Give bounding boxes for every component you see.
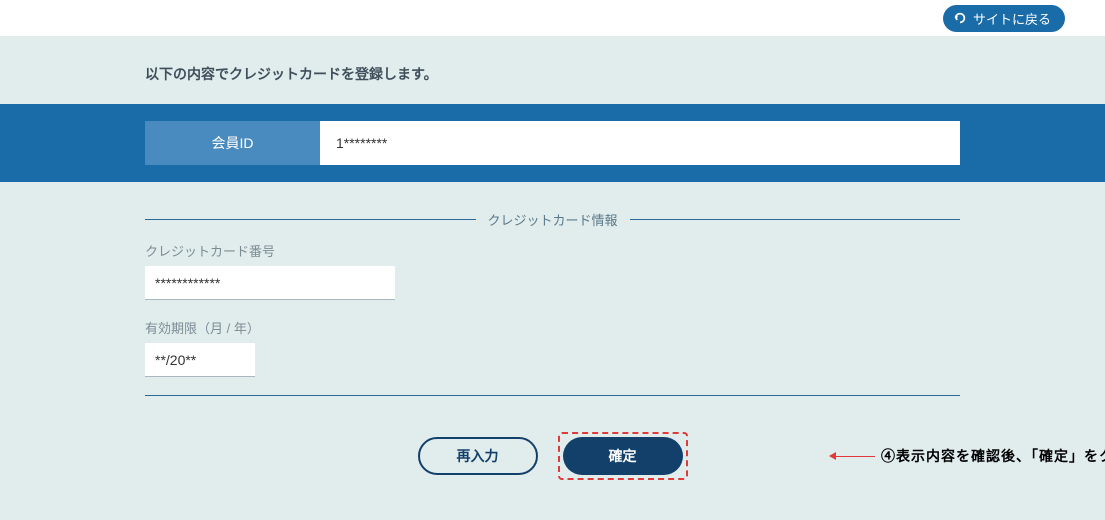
divider-line [145, 219, 476, 220]
intro-text: 以下の内容でクレジットカードを登録します。 [0, 36, 1105, 104]
card-number-group: クレジットカード番号 ************ [145, 241, 960, 300]
annotation-group: ④表示内容を確認後、「確定」をクリック [835, 446, 1105, 466]
section-header: クレジットカード情報 [145, 210, 960, 229]
member-id-band: 会員ID 1******** [0, 104, 1105, 182]
expiry-group: 有効期限（月 / 年） **/20** [145, 318, 960, 377]
expiry-value: **/20** [145, 343, 255, 377]
arrow-head-icon [829, 452, 836, 460]
member-id-label: 会員ID [145, 121, 320, 165]
divider-line [630, 219, 961, 220]
top-bar: サイトに戻る [0, 0, 1105, 36]
button-row: 再入力 確定 ④表示内容を確認後、「確定」をクリック [145, 432, 960, 480]
confirm-button[interactable]: 確定 [563, 437, 683, 475]
reenter-label: 再入力 [457, 446, 499, 466]
card-number-value: ************ [145, 266, 395, 300]
annotation-text: ④表示内容を確認後、「確定」をクリック [881, 446, 1105, 466]
main-area: 以下の内容でクレジットカードを登録します。 会員ID 1******** クレジ… [0, 36, 1105, 520]
return-to-site-button[interactable]: サイトに戻る [943, 5, 1065, 32]
card-info-section: クレジットカード情報 クレジットカード番号 ************ 有効期限（… [0, 182, 1105, 480]
return-label: サイトに戻る [973, 9, 1051, 28]
section-title: クレジットカード情報 [476, 210, 630, 229]
annotation-arrow [835, 456, 875, 457]
expiry-label: 有効期限（月 / 年） [145, 318, 960, 337]
reenter-button[interactable]: 再入力 [418, 437, 538, 475]
divider-line [145, 395, 960, 396]
card-number-label: クレジットカード番号 [145, 241, 960, 260]
member-id-value: 1******** [320, 121, 960, 165]
confirm-highlight-box: 確定 [558, 432, 688, 480]
return-icon [953, 11, 967, 25]
confirm-label: 確定 [609, 446, 637, 466]
